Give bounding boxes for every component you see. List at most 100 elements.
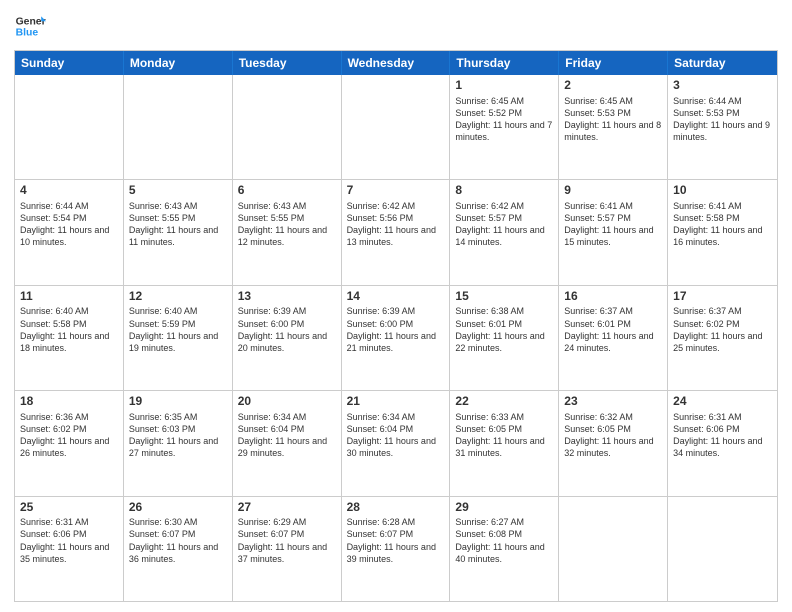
cell-info: Sunrise: 6:39 AM Sunset: 6:00 PM Dayligh… (347, 305, 445, 354)
calendar-cell: 18Sunrise: 6:36 AM Sunset: 6:02 PM Dayli… (15, 391, 124, 495)
day-number: 11 (20, 289, 118, 305)
calendar-cell: 10Sunrise: 6:41 AM Sunset: 5:58 PM Dayli… (668, 180, 777, 284)
logo-icon: General Blue (14, 10, 46, 42)
calendar-cell: 14Sunrise: 6:39 AM Sunset: 6:00 PM Dayli… (342, 286, 451, 390)
day-number: 4 (20, 183, 118, 199)
calendar-cell: 4Sunrise: 6:44 AM Sunset: 5:54 PM Daylig… (15, 180, 124, 284)
day-number: 14 (347, 289, 445, 305)
calendar-cell: 22Sunrise: 6:33 AM Sunset: 6:05 PM Dayli… (450, 391, 559, 495)
calendar-cell: 5Sunrise: 6:43 AM Sunset: 5:55 PM Daylig… (124, 180, 233, 284)
day-number: 10 (673, 183, 772, 199)
cell-info: Sunrise: 6:40 AM Sunset: 5:58 PM Dayligh… (20, 305, 118, 354)
cell-info: Sunrise: 6:31 AM Sunset: 6:06 PM Dayligh… (673, 411, 772, 460)
calendar-body: 1Sunrise: 6:45 AM Sunset: 5:52 PM Daylig… (15, 75, 777, 601)
cell-info: Sunrise: 6:41 AM Sunset: 5:57 PM Dayligh… (564, 200, 662, 249)
calendar-cell: 8Sunrise: 6:42 AM Sunset: 5:57 PM Daylig… (450, 180, 559, 284)
calendar-row: 25Sunrise: 6:31 AM Sunset: 6:06 PM Dayli… (15, 497, 777, 601)
calendar-cell: 21Sunrise: 6:34 AM Sunset: 6:04 PM Dayli… (342, 391, 451, 495)
calendar-row: 1Sunrise: 6:45 AM Sunset: 5:52 PM Daylig… (15, 75, 777, 180)
calendar-cell: 23Sunrise: 6:32 AM Sunset: 6:05 PM Dayli… (559, 391, 668, 495)
calendar-cell: 12Sunrise: 6:40 AM Sunset: 5:59 PM Dayli… (124, 286, 233, 390)
calendar-cell: 16Sunrise: 6:37 AM Sunset: 6:01 PM Dayli… (559, 286, 668, 390)
day-number: 16 (564, 289, 662, 305)
cell-info: Sunrise: 6:44 AM Sunset: 5:54 PM Dayligh… (20, 200, 118, 249)
calendar-cell: 26Sunrise: 6:30 AM Sunset: 6:07 PM Dayli… (124, 497, 233, 601)
calendar: SundayMondayTuesdayWednesdayThursdayFrid… (14, 50, 778, 602)
cell-info: Sunrise: 6:32 AM Sunset: 6:05 PM Dayligh… (564, 411, 662, 460)
day-number: 3 (673, 78, 772, 94)
cell-info: Sunrise: 6:31 AM Sunset: 6:06 PM Dayligh… (20, 516, 118, 565)
cell-info: Sunrise: 6:37 AM Sunset: 6:01 PM Dayligh… (564, 305, 662, 354)
cell-info: Sunrise: 6:29 AM Sunset: 6:07 PM Dayligh… (238, 516, 336, 565)
calendar-cell: 6Sunrise: 6:43 AM Sunset: 5:55 PM Daylig… (233, 180, 342, 284)
day-number: 27 (238, 500, 336, 516)
calendar-cell: 1Sunrise: 6:45 AM Sunset: 5:52 PM Daylig… (450, 75, 559, 179)
calendar-cell: 27Sunrise: 6:29 AM Sunset: 6:07 PM Dayli… (233, 497, 342, 601)
day-number: 9 (564, 183, 662, 199)
day-number: 2 (564, 78, 662, 94)
day-number: 20 (238, 394, 336, 410)
calendar-row: 11Sunrise: 6:40 AM Sunset: 5:58 PM Dayli… (15, 286, 777, 391)
header-day: Monday (124, 51, 233, 75)
cell-info: Sunrise: 6:34 AM Sunset: 6:04 PM Dayligh… (347, 411, 445, 460)
calendar-cell: 29Sunrise: 6:27 AM Sunset: 6:08 PM Dayli… (450, 497, 559, 601)
calendar-cell: 3Sunrise: 6:44 AM Sunset: 5:53 PM Daylig… (668, 75, 777, 179)
calendar-cell: 9Sunrise: 6:41 AM Sunset: 5:57 PM Daylig… (559, 180, 668, 284)
cell-info: Sunrise: 6:35 AM Sunset: 6:03 PM Dayligh… (129, 411, 227, 460)
calendar-row: 18Sunrise: 6:36 AM Sunset: 6:02 PM Dayli… (15, 391, 777, 496)
day-number: 24 (673, 394, 772, 410)
cell-info: Sunrise: 6:44 AM Sunset: 5:53 PM Dayligh… (673, 95, 772, 144)
header-day: Sunday (15, 51, 124, 75)
cell-info: Sunrise: 6:43 AM Sunset: 5:55 PM Dayligh… (129, 200, 227, 249)
cell-info: Sunrise: 6:38 AM Sunset: 6:01 PM Dayligh… (455, 305, 553, 354)
day-number: 1 (455, 78, 553, 94)
day-number: 5 (129, 183, 227, 199)
calendar-cell (15, 75, 124, 179)
page: General Blue SundayMondayTuesdayWednesda… (0, 0, 792, 612)
cell-info: Sunrise: 6:33 AM Sunset: 6:05 PM Dayligh… (455, 411, 553, 460)
cell-info: Sunrise: 6:42 AM Sunset: 5:57 PM Dayligh… (455, 200, 553, 249)
calendar-cell: 7Sunrise: 6:42 AM Sunset: 5:56 PM Daylig… (342, 180, 451, 284)
calendar-cell (559, 497, 668, 601)
cell-info: Sunrise: 6:42 AM Sunset: 5:56 PM Dayligh… (347, 200, 445, 249)
calendar-cell (342, 75, 451, 179)
calendar-cell: 11Sunrise: 6:40 AM Sunset: 5:58 PM Dayli… (15, 286, 124, 390)
calendar-header: SundayMondayTuesdayWednesdayThursdayFrid… (15, 51, 777, 75)
day-number: 18 (20, 394, 118, 410)
calendar-cell: 2Sunrise: 6:45 AM Sunset: 5:53 PM Daylig… (559, 75, 668, 179)
calendar-cell: 25Sunrise: 6:31 AM Sunset: 6:06 PM Dayli… (15, 497, 124, 601)
day-number: 29 (455, 500, 553, 516)
calendar-cell: 15Sunrise: 6:38 AM Sunset: 6:01 PM Dayli… (450, 286, 559, 390)
header-day: Thursday (450, 51, 559, 75)
svg-text:Blue: Blue (16, 28, 39, 39)
header-day: Wednesday (342, 51, 451, 75)
cell-info: Sunrise: 6:36 AM Sunset: 6:02 PM Dayligh… (20, 411, 118, 460)
cell-info: Sunrise: 6:41 AM Sunset: 5:58 PM Dayligh… (673, 200, 772, 249)
day-number: 17 (673, 289, 772, 305)
day-number: 19 (129, 394, 227, 410)
header: General Blue (14, 10, 778, 42)
cell-info: Sunrise: 6:34 AM Sunset: 6:04 PM Dayligh… (238, 411, 336, 460)
day-number: 15 (455, 289, 553, 305)
day-number: 8 (455, 183, 553, 199)
cell-info: Sunrise: 6:37 AM Sunset: 6:02 PM Dayligh… (673, 305, 772, 354)
day-number: 12 (129, 289, 227, 305)
cell-info: Sunrise: 6:45 AM Sunset: 5:52 PM Dayligh… (455, 95, 553, 144)
header-day: Tuesday (233, 51, 342, 75)
day-number: 23 (564, 394, 662, 410)
cell-info: Sunrise: 6:39 AM Sunset: 6:00 PM Dayligh… (238, 305, 336, 354)
calendar-row: 4Sunrise: 6:44 AM Sunset: 5:54 PM Daylig… (15, 180, 777, 285)
calendar-cell (233, 75, 342, 179)
day-number: 25 (20, 500, 118, 516)
calendar-cell: 24Sunrise: 6:31 AM Sunset: 6:06 PM Dayli… (668, 391, 777, 495)
cell-info: Sunrise: 6:43 AM Sunset: 5:55 PM Dayligh… (238, 200, 336, 249)
calendar-cell: 13Sunrise: 6:39 AM Sunset: 6:00 PM Dayli… (233, 286, 342, 390)
calendar-cell: 17Sunrise: 6:37 AM Sunset: 6:02 PM Dayli… (668, 286, 777, 390)
cell-info: Sunrise: 6:27 AM Sunset: 6:08 PM Dayligh… (455, 516, 553, 565)
cell-info: Sunrise: 6:45 AM Sunset: 5:53 PM Dayligh… (564, 95, 662, 144)
header-day: Saturday (668, 51, 777, 75)
day-number: 26 (129, 500, 227, 516)
logo: General Blue (14, 10, 46, 42)
day-number: 22 (455, 394, 553, 410)
calendar-cell (668, 497, 777, 601)
